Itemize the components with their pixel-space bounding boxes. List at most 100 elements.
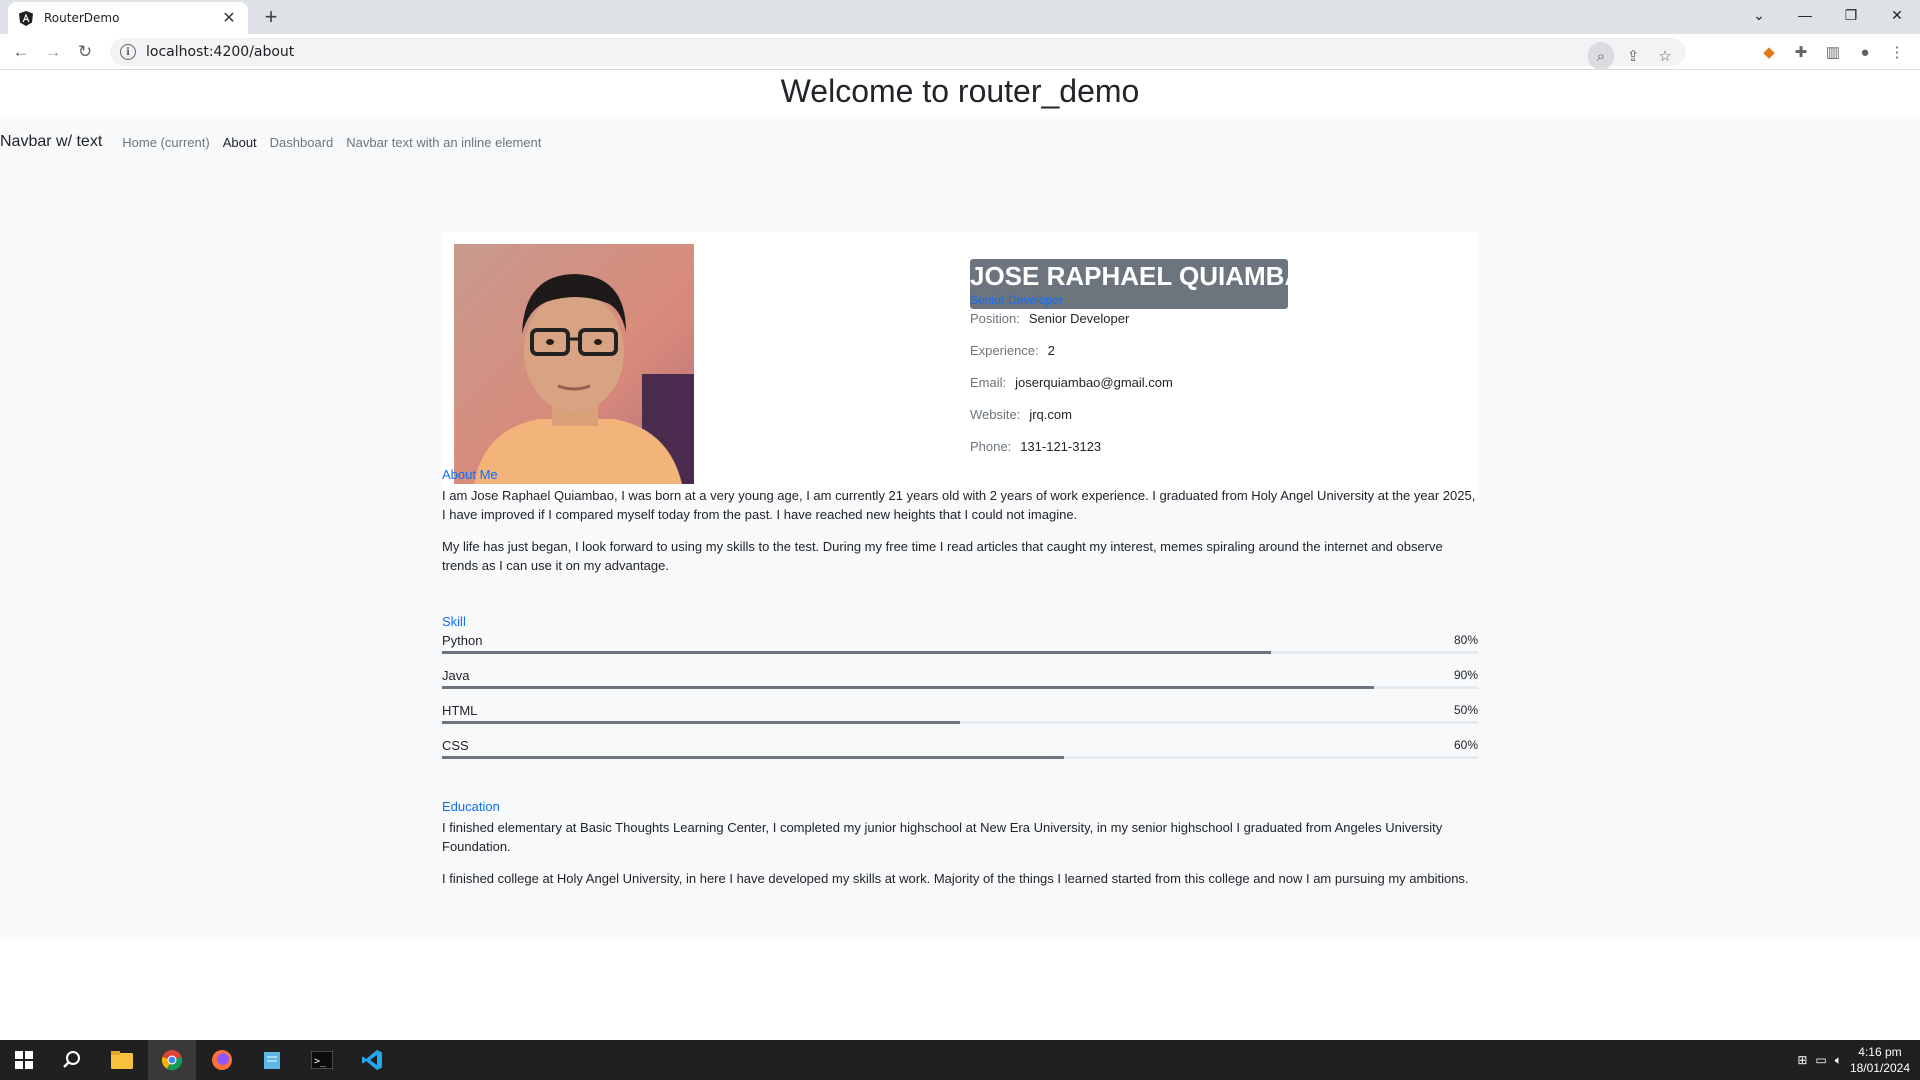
windows-taskbar: >_ ⊞ ▭ 🔈︎ 4:16 pm 18/01/2024 <box>0 1040 1920 1080</box>
skill-progress-fill <box>442 721 960 724</box>
skill-progress-fill <box>442 756 1064 759</box>
education-paragraph: I finished college at Holy Angel Univers… <box>442 871 1469 886</box>
notepad-icon[interactable] <box>248 1040 296 1080</box>
file-explorer-icon[interactable] <box>98 1040 146 1080</box>
skill-percent: 80% <box>1453 633 1478 647</box>
share-icon[interactable]: ⇪ <box>1620 42 1646 70</box>
clock-date: 18/01/2024 <box>1849 1061 1910 1075</box>
info-row-website: Website: jrq.com <box>970 407 1072 422</box>
svg-text:>_: >_ <box>314 1056 327 1067</box>
nav-link-dashboard[interactable]: Dashboard <box>270 135 334 150</box>
profile-avatar-icon[interactable]: ● <box>1852 38 1878 66</box>
info-label: Position: <box>970 311 1020 326</box>
clock-time: 4:16 pm <box>1858 1045 1902 1059</box>
info-value: 131-121-3123 <box>1020 439 1102 454</box>
skill-name: CSS <box>442 738 469 753</box>
profile-subtitle: Senior Developer <box>970 293 1063 307</box>
about-heading: About Me <box>442 467 498 482</box>
back-icon[interactable]: ← <box>9 40 33 64</box>
tab-title: RouterDemo <box>44 11 120 25</box>
skill-percent: 90% <box>1453 668 1478 682</box>
profile-card: JOSE RAPHAEL QUIAMBAO Senior Developer P… <box>442 232 1478 497</box>
nav-link-home[interactable]: Home (current) <box>122 135 209 150</box>
info-row-email: Email: joserquiambao@gmail.com <box>970 375 1173 390</box>
info-label: Phone: <box>970 439 1012 454</box>
profile-photo <box>454 244 694 484</box>
skill-item: HTML 50% <box>442 703 1478 738</box>
skill-percent: 50% <box>1453 703 1478 717</box>
nav-link-about[interactable]: About <box>223 135 257 150</box>
skill-name: HTML <box>442 703 478 718</box>
page-body: Navbar w/ text Home (current) About Dash… <box>0 117 1920 939</box>
clock[interactable]: 4:16 pm 18/01/2024 <box>1850 1044 1910 1076</box>
vscode-icon[interactable] <box>348 1040 396 1080</box>
skill-item: CSS 60% <box>442 738 1478 773</box>
network-warning-icon[interactable]: ⊞ <box>1797 1053 1807 1067</box>
skill-progress-track <box>442 756 1478 759</box>
page-viewport: Welcome to router_demo Navbar w/ text Ho… <box>0 71 1920 939</box>
info-row-phone: Phone: 131-121-3123 <box>970 439 1101 454</box>
info-label: Website: <box>970 407 1021 422</box>
navbar: Navbar w/ text Home (current) About Dash… <box>0 127 541 157</box>
name-badge: JOSE RAPHAEL QUIAMBAO Senior Developer <box>970 259 1323 309</box>
volume-icon[interactable]: 🔈︎ <box>1835 1053 1842 1068</box>
chrome-icon[interactable] <box>148 1040 196 1080</box>
address-bar[interactable]: i localhost:4200/about ⌕ ⇪ ☆ <box>110 38 1686 70</box>
about-paragraph: My life has just began, I look forward t… <box>442 539 1443 573</box>
bookmark-star-icon[interactable]: ☆ <box>1652 42 1678 70</box>
info-value: Senior Developer <box>1028 311 1130 326</box>
start-windows-icon[interactable] <box>0 1040 48 1080</box>
close-window-icon[interactable]: ✕ <box>1874 0 1920 30</box>
info-row-position: Position: Senior Developer <box>970 311 1129 326</box>
tab-search-icon[interactable]: ⌄ <box>1736 0 1782 30</box>
forward-icon[interactable]: → <box>41 40 65 64</box>
restore-icon[interactable]: ❐ <box>1828 0 1874 30</box>
new-tab-icon[interactable]: + <box>258 4 284 30</box>
skill-item: Java 90% <box>442 668 1478 703</box>
metamask-extension-icon[interactable]: ◆ <box>1756 38 1782 66</box>
navbar-brand[interactable]: Navbar w/ text <box>0 133 102 151</box>
education-section: Education I finished elementary at Basic… <box>442 799 1478 901</box>
wifi-icon[interactable]: ▭ <box>1815 1053 1826 1067</box>
info-label: Email: <box>970 375 1007 390</box>
browser-toolbar: ← → ↻ i localhost:4200/about ⌕ ⇪ ☆ ◆ ✚ ▥… <box>0 34 1920 70</box>
extensions-puzzle-icon[interactable]: ✚ <box>1788 38 1814 66</box>
info-value: joserquiambao@gmail.com <box>1015 375 1173 390</box>
minimize-icon[interactable]: — <box>1782 0 1828 30</box>
info-row-experience: Experience: 2 <box>970 343 1055 358</box>
side-panel-icon[interactable]: ▥ <box>1820 38 1846 66</box>
browser-tab[interactable]: RouterDemo ✕ <box>8 2 248 34</box>
menu-kebab-icon[interactable]: ⋮ <box>1884 38 1910 66</box>
skill-progress-track <box>442 651 1478 654</box>
angular-icon <box>18 10 34 26</box>
tab-close-icon[interactable]: ✕ <box>220 8 238 28</box>
info-value: 2 <box>1047 343 1055 358</box>
system-tray: ⊞ ▭ 🔈︎ 4:16 pm 18/01/2024 <box>1797 1040 1910 1080</box>
info-label: Experience: <box>970 343 1039 358</box>
url-text: localhost:4200/about <box>146 44 295 60</box>
about-paragraph: I am Jose Raphael Quiambao, I was born a… <box>442 488 1476 522</box>
education-heading: Education <box>442 799 500 814</box>
terminal-icon[interactable]: >_ <box>298 1040 346 1080</box>
skill-item: Python 80% <box>442 633 1478 668</box>
search-icon[interactable] <box>48 1040 96 1080</box>
reload-icon[interactable]: ↻ <box>73 40 97 64</box>
skill-progress-track <box>442 721 1478 724</box>
page-title: Welcome to router_demo <box>780 73 1140 109</box>
navbar-text: Navbar text with an inline element <box>346 134 542 150</box>
site-info-icon[interactable]: i <box>120 44 136 60</box>
skill-section: Skill Python 80% Java 90% HTML 50% CSS 6… <box>442 614 1478 773</box>
skill-name: Python <box>442 633 483 648</box>
skill-name: Java <box>442 668 470 683</box>
education-paragraph: I finished elementary at Basic Thoughts … <box>442 820 1443 854</box>
skill-heading: Skill <box>442 614 466 629</box>
zoom-icon[interactable]: ⌕ <box>1588 42 1614 70</box>
skill-progress-fill <box>442 686 1375 689</box>
browser-tabbar: RouterDemo ✕ + ⌄ — ❐ ✕ <box>0 0 1920 34</box>
skill-progress-fill <box>442 651 1271 654</box>
profile-name: JOSE RAPHAEL QUIAMBAO <box>970 261 1324 291</box>
skill-percent: 60% <box>1453 738 1478 752</box>
about-section: About Me I am Jose Raphael Quiambao, I w… <box>442 467 1478 588</box>
skill-progress-track <box>442 686 1478 689</box>
firefox-icon[interactable] <box>198 1040 246 1080</box>
